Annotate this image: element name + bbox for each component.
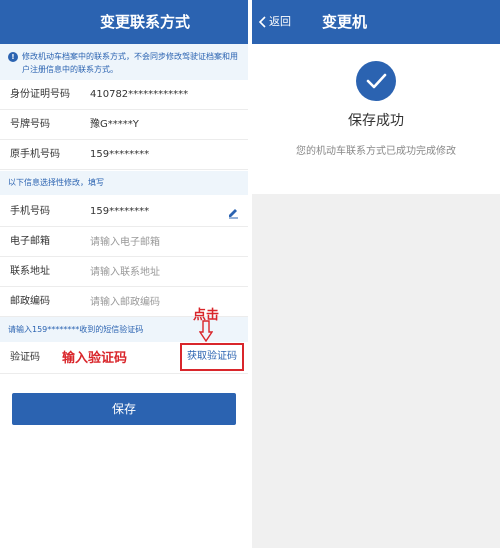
check-icon [356, 61, 396, 101]
right-page-title: 变更机 [322, 13, 368, 31]
arrow-down-icon [199, 320, 213, 342]
email-field[interactable] [90, 235, 230, 249]
left-navbar: 变更联系方式 [0, 0, 248, 44]
email-label: 电子邮箱 [10, 236, 50, 247]
phone-value: 159******** [90, 206, 150, 217]
back-label: 返回 [269, 15, 291, 28]
id-number-label: 身份证明号码 [10, 89, 70, 100]
notice-text: 修改机动车档案中的联系方式，不会同步修改驾驶证档案和用户注册信息中的联系方式。 [22, 52, 238, 74]
optional-section-header: 以下信息选择性修改，填写 [0, 171, 248, 195]
address-label: 联系地址 [10, 266, 50, 277]
address-field[interactable] [90, 265, 230, 279]
left-screen: 变更联系方式 ! 修改机动车档案中的联系方式，不会同步修改驾驶证档案和用户注册信… [0, 0, 248, 548]
annotation-input-code: 输入验证码 [62, 351, 128, 366]
row-original-phone: 原手机号码 159******** [0, 140, 248, 170]
phone-label: 手机号码 [10, 206, 50, 217]
row-phone[interactable]: 手机号码 159******** [0, 197, 248, 227]
chevron-left-icon [258, 16, 266, 28]
postcode-label: 邮政编码 [10, 296, 50, 307]
row-email: 电子邮箱 [0, 227, 248, 257]
save-button[interactable]: 保存 [12, 393, 236, 425]
original-phone-value: 159******** [90, 149, 150, 160]
page-title: 变更联系方式 [100, 13, 191, 31]
info-icon: ! [8, 52, 18, 62]
row-id-number: 身份证明号码 410782************ [0, 80, 248, 110]
right-navbar: 返回 变更机 [252, 0, 500, 44]
row-plate-number: 号牌号码 豫G*****Y [0, 110, 248, 140]
notice-banner: ! 修改机动车档案中的联系方式，不会同步修改驾驶证档案和用户注册信息中的联系方式… [0, 44, 248, 80]
success-message: 您的机动车联系方式已成功完成修改 [296, 146, 456, 157]
plate-number-label: 号牌号码 [10, 119, 50, 130]
success-area: 保存成功 您的机动车联系方式已成功完成修改 [252, 44, 500, 194]
right-screen: 返回 变更机 保存成功 您的机动车联系方式已成功完成修改 [252, 0, 500, 548]
original-phone-label: 原手机号码 [10, 149, 60, 160]
back-button[interactable]: 返回 [258, 0, 291, 44]
plate-number-value: 豫G*****Y [90, 119, 139, 130]
get-code-button[interactable]: 获取验证码 [180, 343, 244, 371]
id-number-value: 410782************ [90, 89, 189, 100]
success-title: 保存成功 [348, 113, 404, 129]
row-address: 联系地址 [0, 257, 248, 287]
verification-code-label: 验证码 [10, 352, 40, 363]
pencil-icon[interactable] [226, 205, 240, 219]
